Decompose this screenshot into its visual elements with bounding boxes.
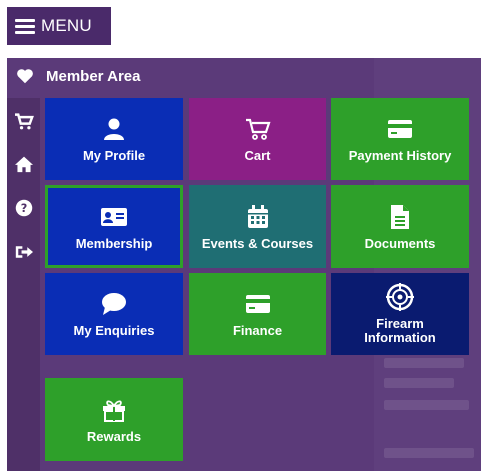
user-icon <box>102 115 126 143</box>
tile-cart[interactable]: Cart <box>189 98 326 180</box>
tile-events-courses[interactable]: Events & Courses <box>189 185 326 268</box>
logout-icon[interactable] <box>14 242 34 262</box>
tile-label: Cart <box>244 148 271 163</box>
cart-icon <box>244 115 272 143</box>
heart-icon <box>12 68 38 84</box>
tile-label: My Profile <box>82 148 146 163</box>
calendar-icon <box>247 203 269 231</box>
tile-my-profile[interactable]: My Profile <box>45 98 183 180</box>
tile-membership[interactable]: Membership <box>45 185 183 268</box>
sidebar: ? <box>7 98 40 471</box>
tile-label: Payment History <box>348 148 452 163</box>
tile-payment-history[interactable]: Payment History <box>331 98 469 180</box>
crosshair-icon <box>386 283 414 311</box>
hamburger-icon <box>15 16 35 37</box>
tile-label: Events & Courses <box>201 235 314 251</box>
tile-rewards[interactable]: Rewards <box>45 378 183 461</box>
tile-label: Firearm Information <box>364 316 436 345</box>
tile-documents[interactable]: Documents <box>331 185 469 268</box>
id-card-icon <box>100 203 128 231</box>
help-icon[interactable]: ? <box>14 198 34 218</box>
gift-icon <box>101 396 127 424</box>
tile-finance[interactable]: Finance <box>189 273 326 355</box>
chat-icon <box>101 290 127 318</box>
tile-label: Finance <box>232 323 283 338</box>
credit-card-icon <box>245 290 271 318</box>
svg-text:?: ? <box>21 202 28 215</box>
member-area-header: Member Area <box>7 58 374 94</box>
tile-my-enquiries[interactable]: My Enquiries <box>45 273 183 355</box>
member-area-title: Member Area <box>46 67 141 85</box>
tile-label: Membership <box>75 235 153 251</box>
cart-icon[interactable] <box>14 112 34 132</box>
tile-label: Rewards <box>86 428 142 444</box>
credit-card-icon <box>387 115 413 143</box>
menu-button-label: MENU <box>41 16 92 35</box>
tile-firearm-information[interactable]: Firearm Information <box>331 273 469 355</box>
menu-button[interactable]: MENU <box>7 7 111 45</box>
tile-label: Documents <box>364 235 436 251</box>
home-icon[interactable] <box>14 154 34 174</box>
member-area-panel: Member Area ? My Profile Cart Payment Hi… <box>7 58 481 471</box>
tile-label: My Enquiries <box>73 323 155 338</box>
document-icon <box>390 203 410 231</box>
